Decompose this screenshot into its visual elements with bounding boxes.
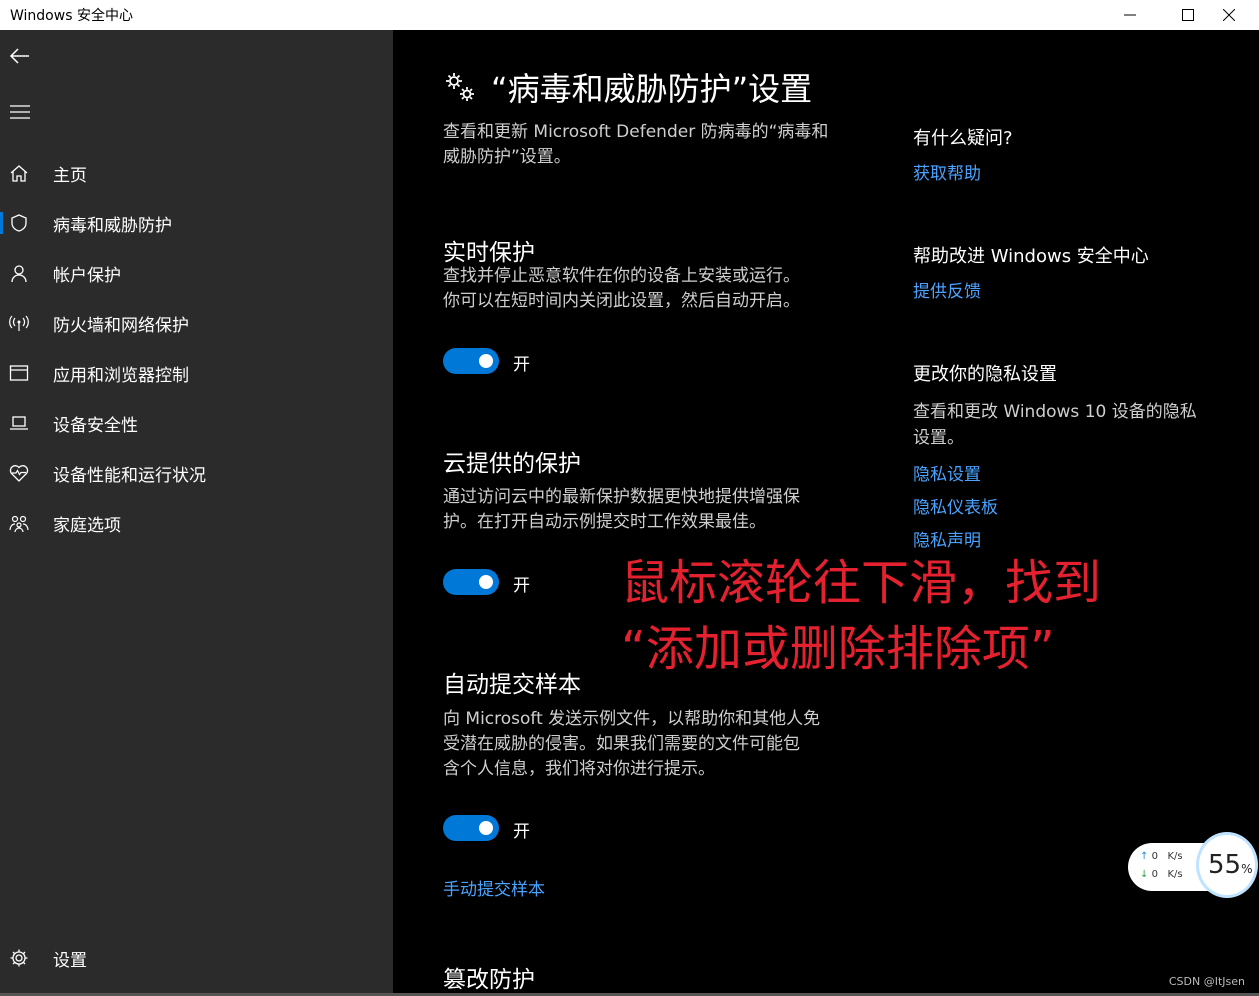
download-unit: K/s [1167,869,1183,880]
person-icon [8,262,30,284]
privacy-dashboard-link[interactable]: 隐私仪表板 [913,493,998,518]
sidebar-item-label: 设备安全性 [53,415,138,436]
sidebar-item-label: 帐户保护 [53,265,121,286]
desc-line: 护。在打开自动示例提交时工作效果最佳。 [443,512,766,532]
sidebar-item-label: 家庭选项 [53,515,121,536]
hamburger-icon [10,105,30,119]
back-arrow-icon [9,48,29,64]
title-bar: Windows 安全中心 [0,0,1259,30]
sidebar-item-app-browser[interactable]: 应用和浏览器控制 [0,350,393,396]
intro-line: 威胁防护”设置。 [443,147,571,167]
toggle-label: 开 [513,576,530,596]
memory-usage-gauge[interactable]: 55% [1196,832,1258,898]
privacy-statement-link[interactable]: 隐私声明 [913,526,981,551]
gear-icon [8,947,30,969]
cloud-protection-toggle[interactable] [443,569,499,595]
desc-line: 受潜在威胁的侵害。如果我们需要的文件可能包 [443,734,800,754]
privacy-heading: 更改你的隐私设置 [913,364,1057,385]
upload-arrow-icon: ↑ [1140,851,1149,862]
download-speed: ↓ 0 K/s [1140,869,1183,880]
heart-pulse-icon [8,462,30,484]
family-icon [8,512,30,534]
sidebar-item-label: 主页 [53,165,87,186]
download-arrow-icon: ↓ [1140,869,1149,880]
toggle-knob [479,354,493,368]
desc-line: 你可以在短时间内关闭此设置，然后自动开启。 [443,291,800,311]
active-indicator [0,212,3,234]
percent-value: 55 [1208,850,1242,880]
wifi-antenna-icon [8,312,30,334]
manual-submit-sample-link[interactable]: 手动提交样本 [443,875,545,900]
section-desc-realtime: 查找并停止恶意软件在你的设备上安装或运行。 你可以在短时间内关闭此设置，然后自动… [443,264,863,314]
desc-line: 含个人信息，我们将对你进行提示。 [443,759,715,779]
desc-line: 通过访问云中的最新保护数据更快地提供增强保 [443,487,800,507]
sidebar-item-device-security[interactable]: 设备安全性 [0,400,393,446]
privacy-desc: 查看和更改 Windows 10 设备的隐私 设置。 [913,399,1243,451]
sidebar-item-firewall[interactable]: 防火墙和网络保护 [0,300,393,346]
gears-icon [446,73,474,101]
laptop-icon [8,412,30,434]
section-desc-cloud: 通过访问云中的最新保护数据更快地提供增强保 护。在打开自动示例提交时工作效果最佳… [443,485,863,535]
back-button[interactable] [8,44,32,68]
page-title: “病毒和威胁防护”设置 [443,64,812,110]
browser-window-icon [8,362,30,384]
sidebar: 主页 病毒和威胁防护 帐户保护 防火墙和网络保护 应用和浏览器控制 设备安全性 [0,30,393,996]
annotation-line: “添加或删除排除项” [621,621,1055,677]
section-title-tamper: 篡改防护 [443,967,535,993]
desc-line: 设置。 [913,428,964,448]
improve-heading: 帮助改进 Windows 安全中心 [913,246,1149,267]
privacy-settings-link[interactable]: 隐私设置 [913,460,981,485]
section-title-realtime: 实时保护 [443,240,535,266]
feedback-link[interactable]: 提供反馈 [913,277,981,302]
menu-button[interactable] [8,100,32,124]
toggle-label: 开 [513,355,530,375]
sidebar-item-family[interactable]: 家庭选项 [0,500,393,546]
sidebar-item-virus-protection[interactable]: 病毒和威胁防护 [0,200,393,246]
sidebar-item-label: 设备性能和运行状况 [53,465,206,486]
section-title-sample: 自动提交样本 [443,672,581,698]
get-help-link[interactable]: 获取帮助 [913,159,981,184]
sidebar-item-label: 防火墙和网络保护 [53,315,189,336]
watermark: CSDN @ItJsen [1168,975,1245,988]
section-desc-sample: 向 Microsoft 发送示例文件，以帮助你和其他人免 受潜在威胁的侵害。如果… [443,707,863,782]
question-heading: 有什么疑问? [913,128,1013,149]
shield-icon [8,212,30,234]
upload-unit: K/s [1167,851,1183,862]
sidebar-item-device-performance[interactable]: 设备性能和运行状况 [0,450,393,496]
desc-line: 查找并停止恶意软件在你的设备上安装或运行。 [443,266,800,286]
sidebar-item-label: 应用和浏览器控制 [53,365,189,386]
window-title: Windows 安全中心 [10,8,133,24]
toggle-knob [479,821,493,835]
section-title-cloud: 云提供的保护 [443,451,581,477]
sidebar-item-label: 病毒和威胁防护 [53,215,172,236]
home-icon [8,162,30,184]
annotation-line: 鼠标滚轮往下滑，找到 [621,555,1102,611]
annotation-text: 鼠标滚轮往下滑，找到 “添加或删除排除项” [621,550,1101,682]
upload-speed: ↑ 0 K/s [1140,851,1183,862]
intro-text: 查看和更新 Microsoft Defender 防病毒的“病毒和 威胁防护”设… [443,120,863,170]
maximize-icon [1182,9,1194,21]
toggle-label: 开 [513,822,530,842]
desc-line: 向 Microsoft 发送示例文件，以帮助你和其他人免 [443,709,821,729]
toggle-knob [479,575,493,589]
percent-sign: % [1241,862,1253,876]
sidebar-item-settings[interactable]: 设置 [0,935,393,981]
realtime-protection-toggle[interactable] [443,348,499,374]
minimize-button[interactable] [1100,0,1160,30]
minimize-icon [1124,14,1136,16]
sidebar-item-account[interactable]: 帐户保护 [0,250,393,296]
desc-line: 查看和更改 Windows 10 设备的隐私 [913,402,1197,422]
upload-value: 0 [1151,851,1158,862]
sidebar-item-home[interactable]: 主页 [0,150,393,196]
close-button[interactable] [1199,0,1259,30]
sample-submission-toggle[interactable] [443,815,499,841]
page-title-text: “病毒和威胁防护”设置 [491,70,813,108]
download-value: 0 [1151,869,1158,880]
intro-line: 查看和更新 Microsoft Defender 防病毒的“病毒和 [443,122,829,142]
main-content: “病毒和威胁防护”设置 查看和更新 Microsoft Defender 防病毒… [393,30,1259,996]
usage-percent: 55% [1208,850,1253,880]
close-icon [1223,9,1235,21]
sidebar-item-label: 设置 [53,950,87,971]
